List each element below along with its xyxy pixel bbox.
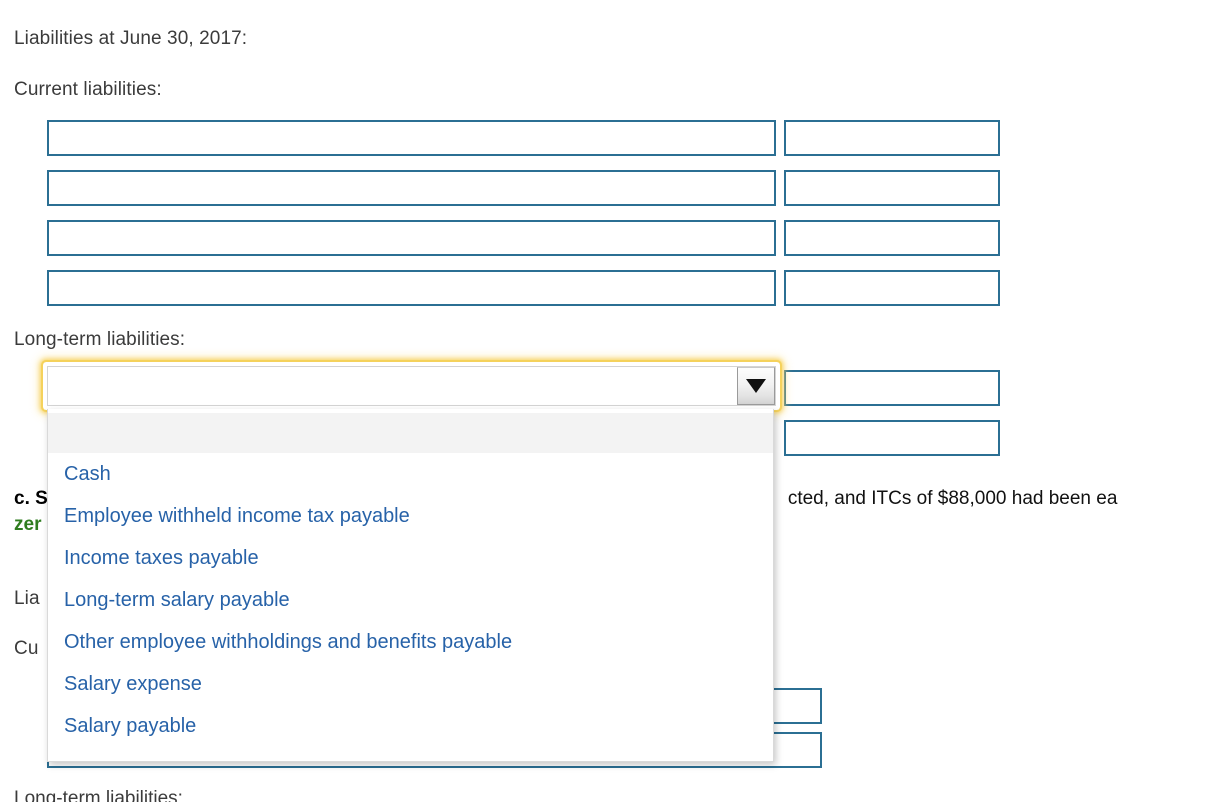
current-amount-input-4[interactable] <box>784 270 1000 306</box>
dropdown-option-employee-withheld-income-tax-payable[interactable]: Employee withheld income tax payable <box>48 495 773 537</box>
current-liabilities-label: Current liabilities: <box>14 79 162 100</box>
longterm-account-select-wrapper[interactable] <box>43 362 780 410</box>
current-account-input-3[interactable] <box>47 220 776 256</box>
bottom-liabilities-heading: Lia <box>14 588 40 609</box>
bottom-longterm-liabilities-label: Long-term liabilities: <box>14 788 183 802</box>
dropdown-option-long-term-salary-payable[interactable]: Long-term salary payable <box>48 579 773 621</box>
bottom-current-liabilities-label: Cu <box>14 638 39 659</box>
current-account-input-4[interactable] <box>47 270 776 306</box>
dropdown-option-blank[interactable] <box>48 413 773 453</box>
current-account-input-2[interactable] <box>47 170 776 206</box>
liabilities-heading: Liabilities at June 30, 2017: <box>14 28 248 49</box>
dropdown-option-other-employee-withholdings-and-benefits-payable[interactable]: Other employee withholdings and benefits… <box>48 621 773 663</box>
current-amount-input-2[interactable] <box>784 170 1000 206</box>
dropdown-option-income-taxes-payable[interactable]: Income taxes payable <box>48 537 773 579</box>
caret-glyph <box>746 379 766 393</box>
current-amount-input-1[interactable] <box>784 120 1000 156</box>
chevron-down-icon[interactable] <box>737 367 775 405</box>
longterm-account-dropdown-list[interactable]: Cash Employee withheld income tax payabl… <box>47 409 774 762</box>
question-c-text-start: S <box>35 488 48 509</box>
worksheet-page: Liabilities at June 30, 2017: Current li… <box>0 0 1220 802</box>
dropdown-option-cash[interactable]: Cash <box>48 453 773 495</box>
current-amount-input-3[interactable] <box>784 220 1000 256</box>
question-c-green-answer: zer <box>14 514 42 535</box>
longterm-amount-input-2[interactable] <box>784 420 1000 456</box>
longterm-account-select[interactable] <box>47 366 776 406</box>
dropdown-option-salary-payable[interactable]: Salary payable <box>48 705 773 747</box>
dropdown-option-salary-expense[interactable]: Salary expense <box>48 663 773 705</box>
question-c-marker: c. <box>14 488 30 509</box>
question-c-text-tail: cted, and ITCs of $88,000 had been ea <box>787 488 1118 509</box>
current-account-input-1[interactable] <box>47 120 776 156</box>
longterm-amount-input-1[interactable] <box>784 370 1000 406</box>
longterm-liabilities-label: Long-term liabilities: <box>14 329 186 350</box>
